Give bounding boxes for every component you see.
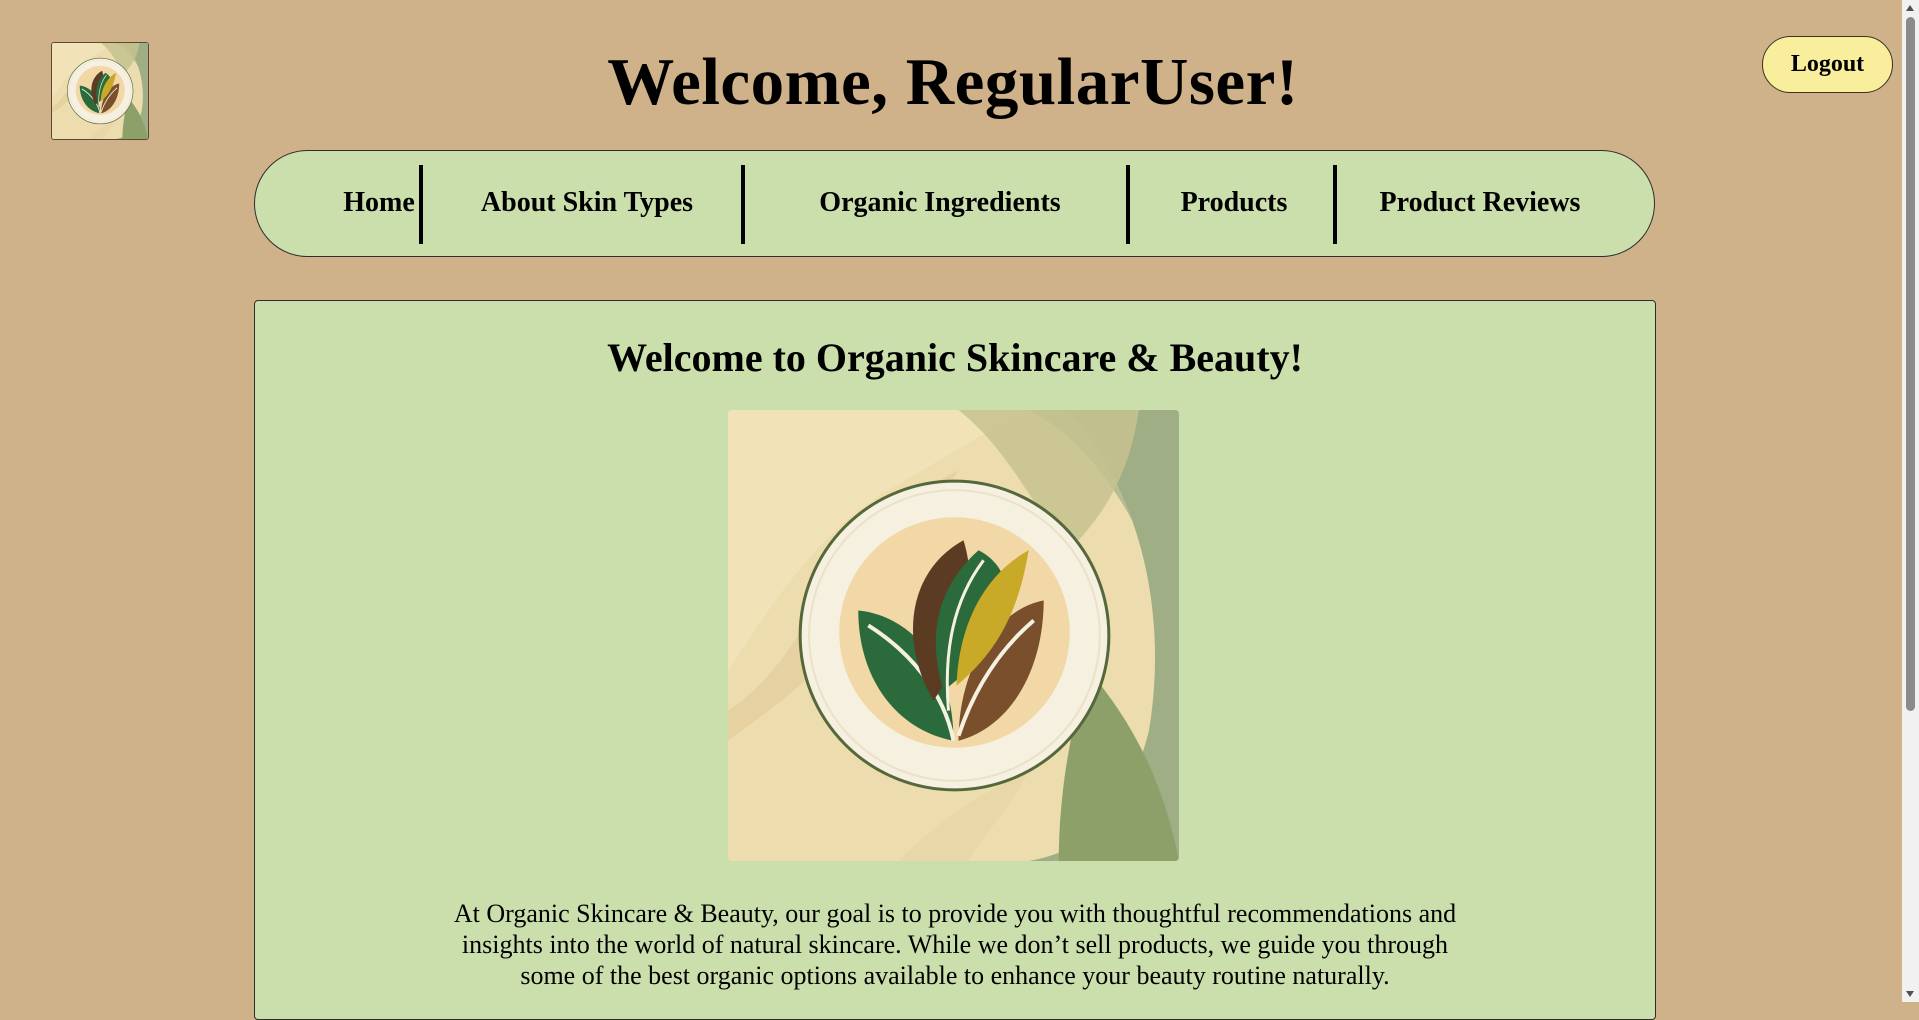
page-title: Welcome, RegularUser! (607, 45, 1299, 119)
welcome-panel: Welcome to Organic Skincare & Beauty! At… (254, 300, 1656, 1020)
nav-item-organic-ingredients[interactable]: Organic Ingredients (749, 151, 1131, 255)
nav-divider (1333, 165, 1337, 244)
vertical-scrollbar[interactable] (1902, 0, 1919, 1002)
nav-item-about-skin-types[interactable]: About Skin Types (427, 151, 747, 255)
scroll-up-arrow-icon[interactable] (1906, 5, 1914, 11)
leaf-emblem-image (728, 410, 1179, 861)
nav-divider (1126, 165, 1130, 244)
hero-image (728, 410, 1179, 861)
nav-divider (741, 165, 745, 244)
scroll-down-arrow-icon[interactable] (1906, 991, 1914, 997)
main-navigation: Home About Skin Types Organic Ingredient… (254, 150, 1655, 257)
welcome-heading: Welcome to Organic Skincare & Beauty! (607, 335, 1303, 380)
nav-item-product-reviews[interactable]: Product Reviews (1341, 151, 1619, 255)
logout-button[interactable]: Logout (1762, 36, 1893, 93)
intro-paragraph: At Organic Skincare & Beauty, our goal i… (453, 899, 1457, 990)
nav-divider (419, 165, 423, 244)
nav-item-products[interactable]: Products (1134, 151, 1334, 255)
scrollbar-thumb[interactable] (1906, 17, 1915, 711)
